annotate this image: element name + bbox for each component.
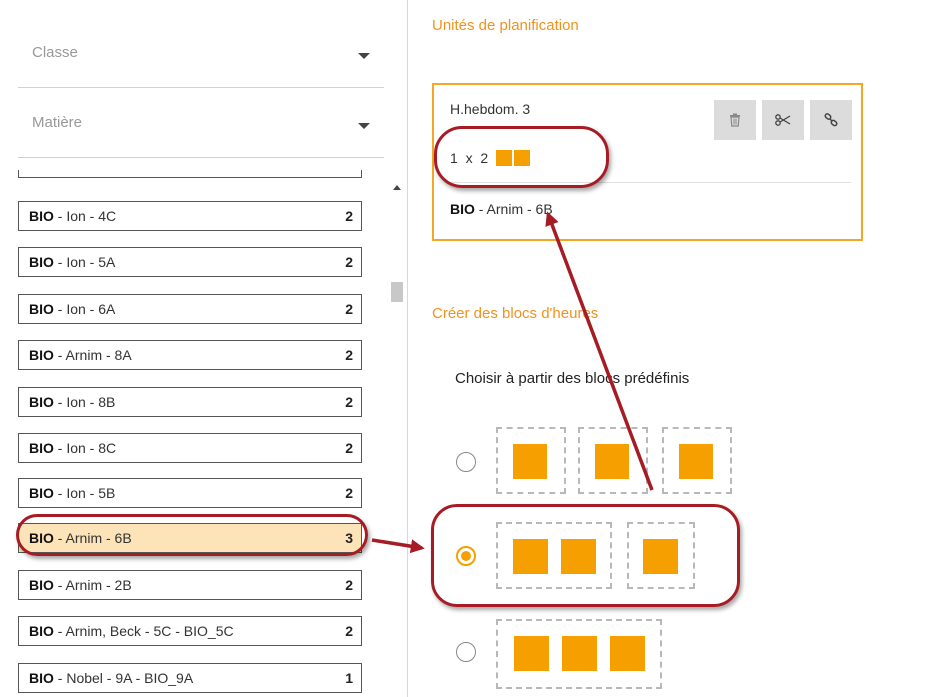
block-summary: 1 x 2 bbox=[450, 150, 530, 166]
block-group bbox=[627, 522, 695, 589]
list-item-details: - Ion - 5B bbox=[53, 485, 116, 501]
list-item-details: - Arnim - 8A bbox=[53, 347, 132, 363]
block-option-radio[interactable] bbox=[456, 642, 476, 662]
block-option-radio[interactable] bbox=[456, 452, 476, 472]
hour-square bbox=[514, 636, 549, 671]
scroll-up-icon[interactable] bbox=[393, 185, 401, 190]
list-item-count: 3 bbox=[345, 530, 353, 546]
list-item-count: 2 bbox=[345, 347, 353, 363]
weekly-hours: H.hebdom. 3 bbox=[450, 101, 531, 117]
list-item-subject: BIO bbox=[29, 301, 54, 317]
planning-unit-card: H.hebdom. 3 1 x 2 BIO - Arnim - 6B bbox=[432, 83, 863, 241]
list-item-details: - Nobel - 9A - BIO_9A bbox=[53, 670, 194, 686]
list-item[interactable]: BIO - Ion - 5B 2 bbox=[18, 478, 362, 508]
list-item-count: 2 bbox=[345, 577, 353, 593]
list-item-count: 2 bbox=[345, 485, 353, 501]
subject-dropdown[interactable]: Matière bbox=[18, 98, 384, 158]
hour-square bbox=[513, 150, 530, 166]
hour-square bbox=[513, 444, 547, 479]
list-item-selected[interactable]: BIO - Arnim - 6B 3 bbox=[18, 523, 362, 553]
scissors-icon bbox=[775, 114, 791, 126]
list-item-subject: BIO bbox=[29, 208, 54, 224]
list-item[interactable]: BIO - Ion - 4C 2 bbox=[18, 201, 362, 231]
block-option-radio-selected[interactable] bbox=[456, 546, 476, 566]
link-button[interactable] bbox=[810, 100, 852, 140]
list-item-details: - Ion - 8B bbox=[53, 394, 116, 410]
trash-icon bbox=[730, 113, 740, 127]
hour-square bbox=[610, 636, 645, 671]
list-item-subject: BIO bbox=[29, 347, 54, 363]
scrollbar-thumb[interactable] bbox=[391, 282, 403, 302]
list-item-count: 2 bbox=[345, 394, 353, 410]
list-item-count: 2 bbox=[345, 440, 353, 456]
list-item[interactable]: BIO - Ion - 6A 2 bbox=[18, 294, 362, 324]
block-group bbox=[496, 619, 662, 689]
block-length: 2 bbox=[480, 150, 489, 166]
list-item-count: 2 bbox=[345, 254, 353, 270]
subject-dropdown-label: Matière bbox=[32, 114, 83, 131]
hour-square bbox=[595, 444, 629, 479]
left-panel: Classe Matière BIO - Ion - 4C 2 BIO - Io… bbox=[0, 0, 408, 697]
list-item-details: - Ion - 8C bbox=[53, 440, 117, 456]
list-item[interactable]: BIO - Arnim - 8A 2 bbox=[18, 340, 362, 370]
chevron-down-icon bbox=[358, 53, 370, 59]
block-group bbox=[662, 427, 732, 494]
list-item-count: 2 bbox=[345, 623, 353, 639]
list-item-subject: BIO bbox=[29, 254, 54, 270]
list-item[interactable]: BIO - Arnim - 2B 2 bbox=[18, 570, 362, 600]
unit-details: - Arnim - 6B bbox=[474, 201, 553, 217]
times-sign: x bbox=[465, 150, 473, 166]
delete-button[interactable] bbox=[714, 100, 756, 140]
list-item[interactable]: BIO - Ion - 8C 2 bbox=[18, 433, 362, 463]
list-item-count: 2 bbox=[345, 208, 353, 224]
list-item-subject: BIO bbox=[29, 577, 54, 593]
list-item-count: 2 bbox=[345, 301, 353, 317]
list-item-count: 1 bbox=[345, 670, 353, 686]
planning-units-title: Unités de planification bbox=[432, 17, 579, 34]
hour-square bbox=[513, 539, 548, 574]
list-item-details: - Ion - 5A bbox=[53, 254, 116, 270]
list-item-subject: BIO bbox=[29, 394, 54, 410]
lesson-list: BIO - Ion - 4C 2 BIO - Ion - 5A 2 BIO - … bbox=[0, 170, 408, 697]
unit-subject: BIO bbox=[450, 201, 475, 217]
divider bbox=[450, 182, 851, 183]
block-group bbox=[578, 427, 648, 494]
list-item-details: - Arnim - 6B bbox=[53, 530, 132, 546]
list-item-subject: BIO bbox=[29, 440, 54, 456]
list-item-details: - Arnim, Beck - 5C - BIO_5C bbox=[53, 623, 234, 639]
list-item-subject: BIO bbox=[29, 670, 54, 686]
list-item-details: - Ion - 6A bbox=[53, 301, 116, 317]
class-dropdown-label: Classe bbox=[32, 44, 78, 61]
hour-square bbox=[495, 150, 512, 166]
block-count: 1 bbox=[450, 150, 458, 166]
list-item[interactable]: BIO - Ion - 5A 2 bbox=[18, 247, 362, 277]
list-item-subject: BIO bbox=[29, 530, 54, 546]
create-blocks-title: Créer des blocs d'heures bbox=[432, 305, 599, 322]
list-item-subject: BIO bbox=[29, 485, 54, 501]
hour-square bbox=[562, 636, 597, 671]
list-item-details: - Ion - 4C bbox=[53, 208, 117, 224]
list-item-subject: BIO bbox=[29, 623, 54, 639]
block-group bbox=[496, 522, 612, 589]
predefined-blocks-label: Choisir à partir des blocs prédéfinis bbox=[455, 370, 690, 387]
hour-square bbox=[643, 539, 678, 574]
block-group bbox=[496, 427, 566, 494]
list-item-partial[interactable] bbox=[18, 170, 362, 178]
planning-unit-name: BIO - Arnim - 6B bbox=[450, 201, 553, 217]
chevron-down-icon bbox=[358, 123, 370, 129]
link-icon bbox=[824, 113, 838, 127]
list-item[interactable]: BIO - Ion - 8B 2 bbox=[18, 387, 362, 417]
class-dropdown[interactable]: Classe bbox=[18, 28, 384, 88]
hour-square bbox=[679, 444, 713, 479]
list-item-details: - Arnim - 2B bbox=[53, 577, 132, 593]
list-item[interactable]: BIO - Nobel - 9A - BIO_9A 1 bbox=[18, 663, 362, 693]
split-button[interactable] bbox=[762, 100, 804, 140]
hour-square bbox=[561, 539, 596, 574]
list-item[interactable]: BIO - Arnim, Beck - 5C - BIO_5C 2 bbox=[18, 616, 362, 646]
